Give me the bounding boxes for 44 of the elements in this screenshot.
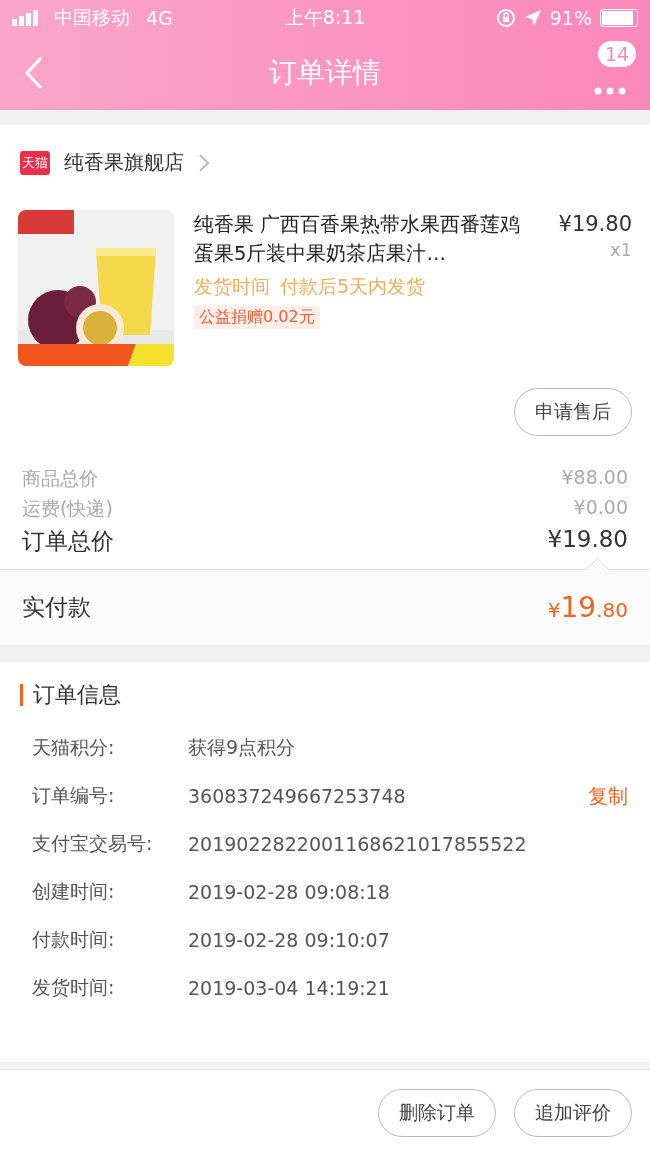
notification-badge: 14 xyxy=(598,41,637,67)
more-icon[interactable] xyxy=(594,87,626,95)
info-value: 2019022822001168621017855522 xyxy=(188,833,528,855)
price-value: ¥0.00 xyxy=(573,496,628,520)
product-quantity: x1 xyxy=(609,239,632,260)
info-value: 2019-02-28 09:10:07 xyxy=(188,929,391,951)
info-value: 2019-03-04 14:19:21 xyxy=(188,977,391,999)
price-value: ¥19.80 xyxy=(547,526,628,554)
shop-name[interactable]: 纯香果旗舰店 xyxy=(64,149,184,176)
shipping-time: 付款后5天内发货 xyxy=(280,274,426,299)
chevron-right-icon[interactable] xyxy=(198,152,210,173)
info-label: 创建时间: xyxy=(32,879,116,904)
price-label: 运费(快递) xyxy=(22,496,113,521)
rotation-lock-icon xyxy=(495,8,516,28)
price-label: 商品总价 xyxy=(22,466,98,491)
info-label: 天猫积分: xyxy=(32,735,116,760)
info-label: 发货时间: xyxy=(32,975,116,1000)
after-sale-button[interactable]: 申请售后 xyxy=(514,388,632,436)
donation-tag: 公益捐赠0.02元 xyxy=(194,306,320,329)
page-title: 订单详情 xyxy=(269,55,381,91)
battery-percent: 91% xyxy=(549,7,592,29)
status-time: 上午8:11 xyxy=(284,5,366,30)
battery-icon xyxy=(600,9,638,27)
carrier-name: 中国移动 xyxy=(54,5,130,30)
action-button[interactable]: 追加评价 xyxy=(514,1089,632,1137)
product-price: ¥19.80 xyxy=(558,211,632,238)
price-label: 订单总价 xyxy=(22,527,114,556)
paid-amount: ¥19.80 xyxy=(547,591,628,624)
network-type: 4G xyxy=(146,7,173,29)
location-arrow-icon xyxy=(523,9,542,27)
tmall-badge: 天猫 xyxy=(20,150,50,175)
info-value: 2019-02-28 09:08:18 xyxy=(188,881,391,903)
action-button[interactable]: 删除订单 xyxy=(378,1089,496,1137)
info-label: 支付宝交易号: xyxy=(32,831,154,856)
back-icon[interactable] xyxy=(24,56,44,90)
info-label: 订单编号: xyxy=(32,783,116,808)
info-label: 付款时间: xyxy=(32,927,116,952)
shipping-label: 发货时间 xyxy=(194,274,270,299)
section-title: 订单信息 xyxy=(33,681,121,709)
paid-label: 实付款 xyxy=(22,593,91,622)
product-title[interactable]: 纯香果 广西百香果热带水果西番莲鸡蛋果5斤装中果奶茶店果汁… xyxy=(194,210,534,268)
info-value: 获得9点积分 xyxy=(188,735,297,760)
price-value: ¥88.00 xyxy=(561,466,628,490)
info-value: 360837249667253748 xyxy=(188,785,407,807)
